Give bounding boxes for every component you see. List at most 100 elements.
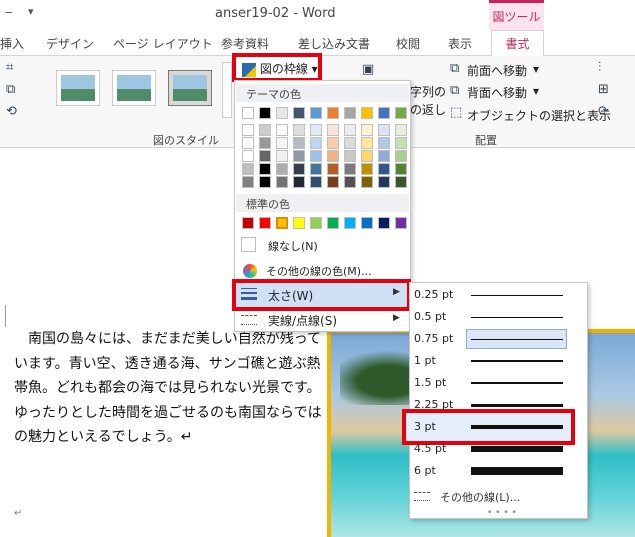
reset-picture-icon[interactable]: ⟲ (6, 104, 17, 119)
tab-view[interactable]: 表示 (448, 35, 472, 52)
crop-icon[interactable]: ⌗ (6, 60, 13, 75)
resize-grip[interactable]: • • • • (487, 508, 517, 518)
theme-color-shade[interactable] (378, 124, 390, 136)
theme-color-shade[interactable] (293, 176, 305, 188)
weight-option-label[interactable]: 1 pt (414, 354, 436, 367)
tab-mailings[interactable]: 差し込み文書 (298, 35, 370, 52)
weight-option-label[interactable]: 6 pt (414, 464, 436, 477)
theme-color-shade[interactable] (242, 124, 254, 136)
weight-option-line[interactable] (471, 404, 563, 407)
weight-option-line[interactable] (471, 360, 563, 362)
weight-option-line[interactable] (471, 295, 563, 296)
theme-color-shade[interactable] (293, 124, 305, 136)
theme-color-shade[interactable] (361, 176, 373, 188)
theme-color-shade[interactable] (344, 124, 356, 136)
picture-style-1[interactable] (56, 70, 100, 106)
theme-color-shade[interactable] (361, 150, 373, 162)
standard-color-swatch[interactable] (310, 217, 322, 229)
compress-icon[interactable]: ⧉ (6, 82, 15, 97)
picture-style-3[interactable] (168, 70, 212, 106)
theme-color-shade[interactable] (293, 163, 305, 175)
theme-color-shade[interactable] (395, 124, 407, 136)
weight-option-label[interactable]: 2.25 pt (414, 398, 453, 411)
tab-review[interactable]: 校閲 (396, 35, 420, 52)
theme-color-shade[interactable] (259, 124, 271, 136)
theme-color-shade[interactable] (293, 150, 305, 162)
wrap-text-label-1[interactable]: 字列の (410, 83, 446, 100)
bring-forward-arrow[interactable]: ▾ (533, 62, 539, 76)
weight-option-label[interactable]: 0.75 pt (414, 332, 453, 345)
theme-color-swatch[interactable] (344, 107, 356, 119)
theme-color-shade[interactable] (395, 163, 407, 175)
theme-color-shade[interactable] (310, 176, 322, 188)
no-line-item[interactable]: 線なし(N) (268, 238, 318, 254)
theme-color-shade[interactable] (361, 124, 373, 136)
tab-references[interactable]: 参考資料 (221, 35, 269, 52)
theme-color-swatch[interactable] (242, 107, 254, 119)
standard-color-swatch[interactable] (361, 217, 373, 229)
group-icon[interactable]: ⊞ (598, 82, 609, 97)
theme-color-shade[interactable] (310, 163, 322, 175)
standard-color-swatch[interactable] (259, 217, 271, 229)
weight-option-line[interactable] (471, 339, 563, 340)
picture-style-2[interactable] (112, 70, 156, 106)
theme-color-shade[interactable] (327, 150, 339, 162)
theme-color-shade[interactable] (276, 176, 288, 188)
weight-option-line[interactable] (471, 382, 563, 384)
weight-option-label[interactable]: 0.5 pt (414, 310, 446, 323)
theme-color-shade[interactable] (293, 137, 305, 149)
standard-color-swatch[interactable] (378, 217, 390, 229)
theme-color-shade[interactable] (242, 150, 254, 162)
more-line-colors-item[interactable]: その他の線の色(M)... (266, 263, 372, 279)
weight-menu-item[interactable] (232, 279, 411, 311)
theme-color-shade[interactable] (378, 176, 390, 188)
weight-option-line[interactable] (471, 467, 563, 475)
theme-color-shade[interactable] (259, 137, 271, 149)
theme-color-shade[interactable] (310, 137, 322, 149)
send-backward-button[interactable]: 背面へ移動 (467, 84, 527, 101)
weight-option-line[interactable] (471, 446, 563, 452)
theme-color-swatch[interactable] (310, 107, 322, 119)
theme-color-swatch[interactable] (361, 107, 373, 119)
picture-border-button[interactable]: 図の枠線 ▾ (232, 53, 322, 82)
send-backward-icon[interactable]: ⧉ (450, 83, 459, 98)
theme-color-shade[interactable] (310, 150, 322, 162)
qat-customize-icon[interactable]: ▾ (28, 5, 34, 18)
weight-option-label[interactable]: 4.5 pt (414, 442, 446, 455)
theme-color-shade[interactable] (344, 150, 356, 162)
theme-color-shade[interactable] (242, 163, 254, 175)
no-line-swatch[interactable] (241, 237, 256, 252)
tab-design[interactable]: デザイン (46, 35, 94, 52)
theme-color-shade[interactable] (276, 137, 288, 149)
selection-pane-button[interactable]: オブジェクトの選択と表示 (467, 107, 611, 124)
tab-insert[interactable]: 挿入 (0, 35, 24, 52)
theme-color-shade[interactable] (327, 137, 339, 149)
theme-color-shade[interactable] (327, 176, 339, 188)
body-paragraph[interactable]: 南国の島々には、まだまだ美しい自然が残っています。青い空、透き通る海、サンゴ礁と… (14, 327, 324, 450)
standard-color-swatch[interactable] (293, 217, 305, 229)
standard-color-swatch[interactable] (327, 217, 339, 229)
styles-gallery-scrollbar[interactable] (222, 62, 232, 118)
weight-option-label[interactable]: 1.5 pt (414, 376, 446, 389)
dash-style-item[interactable]: 実線/点線(S) (268, 312, 337, 329)
standard-color-swatch[interactable] (276, 217, 288, 229)
theme-color-shade[interactable] (259, 163, 271, 175)
theme-color-shade[interactable] (395, 150, 407, 162)
theme-color-shade[interactable] (344, 176, 356, 188)
theme-color-shade[interactable] (395, 176, 407, 188)
theme-color-shade[interactable] (259, 150, 271, 162)
weight-option-label[interactable]: 3 pt (414, 420, 436, 433)
theme-color-shade[interactable] (361, 137, 373, 149)
theme-color-shade[interactable] (395, 137, 407, 149)
picture-position-icon[interactable]: ▣ (362, 62, 374, 77)
theme-color-swatch[interactable] (395, 107, 407, 119)
rotate-icon[interactable]: ⟳ (598, 104, 609, 119)
theme-color-swatch[interactable] (378, 107, 390, 119)
theme-color-swatch[interactable] (259, 107, 271, 119)
theme-color-shade[interactable] (378, 163, 390, 175)
theme-color-shade[interactable] (344, 163, 356, 175)
theme-color-shade[interactable] (276, 124, 288, 136)
weight-option-line[interactable] (471, 317, 563, 318)
standard-color-swatch[interactable] (395, 217, 407, 229)
theme-color-shade[interactable] (361, 163, 373, 175)
